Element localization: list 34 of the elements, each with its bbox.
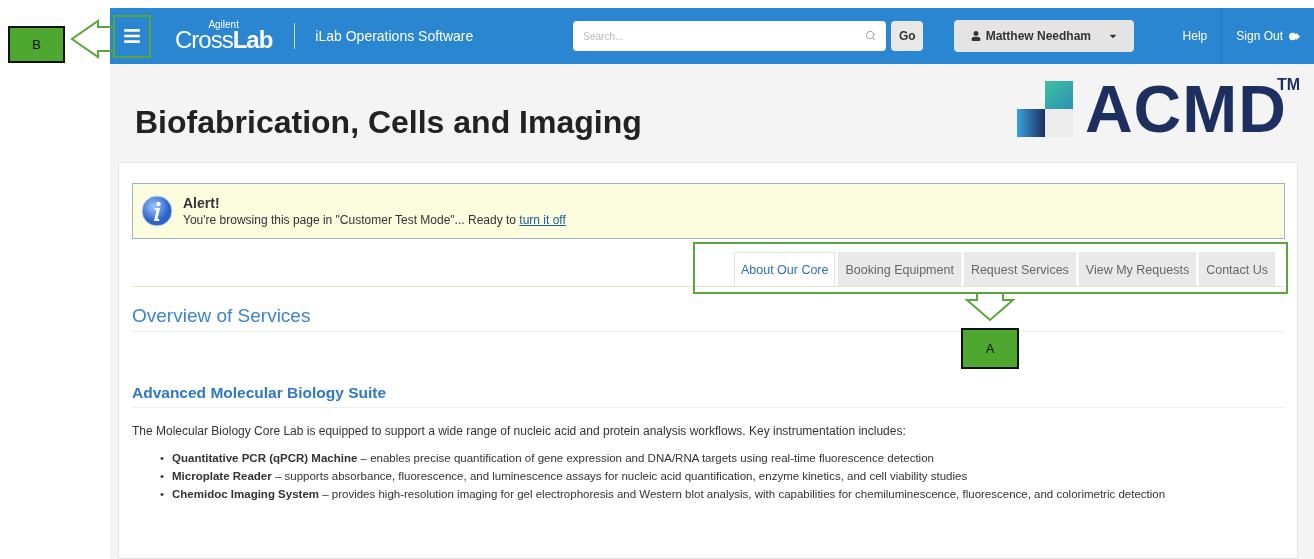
exit-icon	[1289, 30, 1300, 42]
page-title: Biofabrication, Cells and Imaging	[135, 103, 642, 141]
bullet-mark: •	[160, 451, 165, 466]
alert-title: Alert!	[183, 195, 221, 211]
sign-out-link[interactable]: Sign Out	[1236, 29, 1300, 43]
tab[interactable]: Contact Us	[1199, 252, 1275, 286]
help-link[interactable]: Help	[1182, 29, 1208, 43]
turn-off-link[interactable]: turn it off	[519, 213, 566, 227]
menu-icon	[123, 27, 141, 45]
list-item: Chemidoc Imaging System – provides high-resolution imaging for gel electrophoresis and Western blot analysis, with capabilities for chemiluminescence, fluorescence, and colorimetric detection	[172, 486, 1166, 502]
callout-label: A	[961, 328, 1019, 369]
user-menu-button[interactable]: Matthew Needham	[954, 20, 1135, 52]
info-icon	[141, 195, 173, 227]
callout-label: B	[8, 26, 65, 63]
app-name: iLab Operations Software	[315, 28, 474, 44]
description-text: The Molecular Biology Core Lab is equipped to support a wide range of nucleic acid and protein analysis workflows. Key instrumentation includes:	[132, 424, 907, 438]
bullet-mark: •	[160, 468, 165, 484]
tab[interactable]: View My Requests	[1078, 252, 1197, 286]
list-item: Quantitative PCR (qPCR) Machine – enables precise quantification of gene expression and DNA/RNA targets using real-time fluorescence detection	[172, 451, 934, 466]
tab[interactable]: Booking Equipment	[838, 252, 961, 286]
logo-text: Agilent	[208, 20, 239, 30]
subsection-heading: Advanced Molecular Biology Suite	[132, 384, 1285, 408]
user-icon	[970, 31, 981, 41]
search-field[interactable]: Search...	[573, 21, 887, 51]
bullet-mark: •	[160, 486, 165, 502]
logo-name: CrossLab	[175, 28, 273, 52]
alert-message: You're browsing this page in "Customer Test Mode"... Ready to turn it off	[183, 213, 566, 227]
tab[interactable]: About Our Core	[733, 252, 836, 286]
highlight-frame	[113, 15, 151, 58]
brand-mark-icon	[1016, 81, 1073, 137]
tab[interactable]: Request Services	[963, 252, 1076, 286]
search-icon	[865, 30, 877, 41]
go-button[interactable]: Go	[891, 21, 924, 51]
list-item: Microplate Reader – supports absorbance, fluorescence, and luminescence assays for nucleic acid quantification, enzyme kinetics, and cell viability studies	[172, 468, 968, 484]
